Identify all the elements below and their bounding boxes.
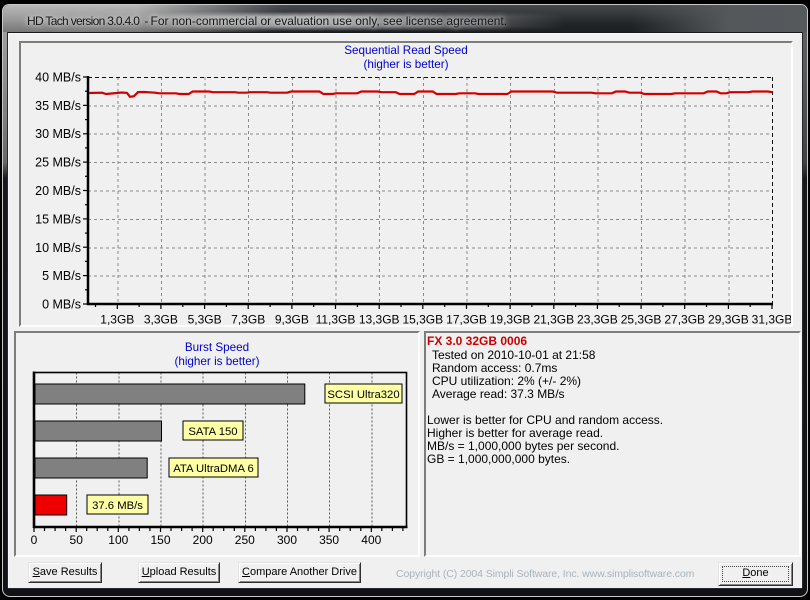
svg-text:20 MB/s: 20 MB/s	[35, 184, 81, 198]
svg-text:SATA 150: SATA 150	[188, 426, 237, 438]
svg-text:13,3GB: 13,3GB	[359, 313, 400, 327]
svg-text:7,3GB: 7,3GB	[231, 313, 265, 327]
svg-text:5,3GB: 5,3GB	[188, 313, 222, 327]
svg-text:0 MB/s: 0 MB/s	[42, 298, 81, 312]
svg-text:150: 150	[150, 533, 170, 547]
svg-text:15,3GB: 15,3GB	[402, 313, 443, 327]
svg-text:15 MB/s: 15 MB/s	[35, 212, 81, 226]
svg-text:27,3GB: 27,3GB	[664, 313, 705, 327]
svg-text:5 MB/s: 5 MB/s	[42, 269, 81, 283]
svg-text:19,3GB: 19,3GB	[490, 313, 531, 327]
svg-text:200: 200	[193, 533, 213, 547]
svg-text:30 MB/s: 30 MB/s	[35, 127, 81, 141]
svg-text:25,3GB: 25,3GB	[621, 313, 662, 327]
svg-text:40 MB/s: 40 MB/s	[35, 71, 81, 85]
svg-text:29,3GB: 29,3GB	[708, 313, 749, 327]
svg-text:SCSI Ultra320: SCSI Ultra320	[327, 389, 399, 401]
svg-text:9,3GB: 9,3GB	[275, 313, 309, 327]
svg-text:35 MB/s: 35 MB/s	[35, 99, 81, 113]
svg-text:31,3GB: 31,3GB	[752, 313, 791, 327]
svg-text:1,3GB: 1,3GB	[100, 313, 134, 327]
svg-text:37.6 MB/s: 37.6 MB/s	[92, 500, 143, 512]
svg-text:23,3GB: 23,3GB	[577, 313, 618, 327]
svg-text:400: 400	[361, 533, 381, 547]
svg-text:17,3GB: 17,3GB	[446, 313, 487, 327]
svg-text:11,3GB: 11,3GB	[316, 313, 356, 327]
svg-text:25 MB/s: 25 MB/s	[35, 156, 81, 170]
svg-text:250: 250	[235, 533, 255, 547]
svg-text:350: 350	[319, 533, 339, 547]
svg-text:50: 50	[70, 533, 84, 547]
svg-text:100: 100	[108, 533, 128, 547]
svg-text:300: 300	[277, 533, 297, 547]
svg-text:10 MB/s: 10 MB/s	[35, 241, 81, 255]
svg-text:0: 0	[31, 533, 38, 547]
svg-text:21,3GB: 21,3GB	[533, 313, 574, 327]
svg-text:ATA UltraDMA 6: ATA UltraDMA 6	[173, 463, 254, 475]
svg-text:3,3GB: 3,3GB	[144, 313, 178, 327]
